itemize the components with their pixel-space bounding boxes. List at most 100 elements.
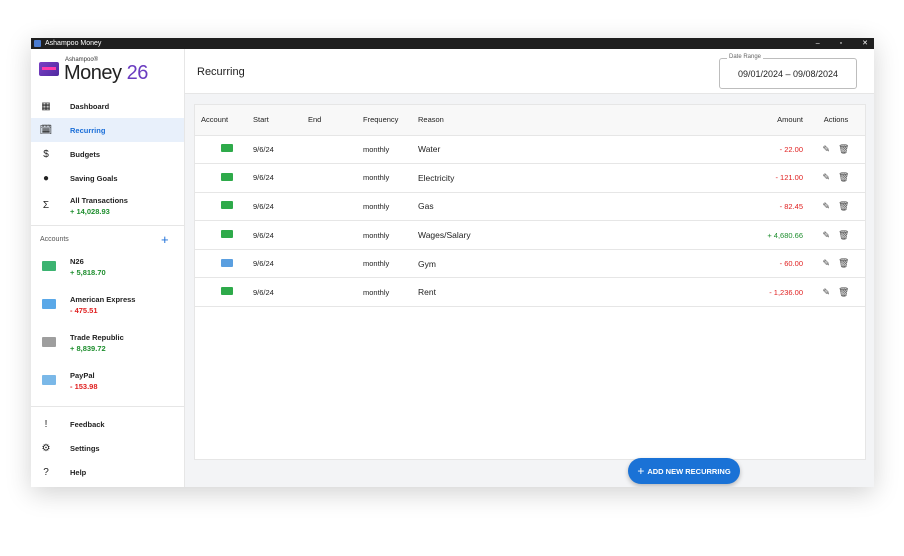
frequency-cell: monthly [363,163,418,193]
column-header[interactable]: Reason [418,105,618,136]
account-cell [195,163,253,193]
start-cell: 9/6/24 [253,249,308,279]
start-cell: 9/6/24 [253,163,308,193]
account-icon [221,287,233,296]
nav-recurring[interactable]: 🗓 Recurring [31,118,184,142]
edit-icon[interactable]: ✎ [823,287,831,298]
account-cell [195,220,253,250]
end-cell [308,277,363,308]
delete-icon[interactable]: 🗑 [838,144,849,155]
nav-settings[interactable]: ⚙ Settings [31,436,184,460]
start-cell: 9/6/24 [253,220,308,250]
column-header[interactable]: Start [253,105,308,136]
recurring-table: Account Start End Frequency Reason Amoun… [195,105,865,308]
actions-cell: ✎ 🗑 [807,135,865,165]
title-bar: Ashampoo Money – ▫ ✕ [31,38,874,49]
delete-icon[interactable]: 🗑 [838,258,849,269]
amount-cell: - 60.00 [618,249,807,279]
add-account-button[interactable]: + [161,232,169,247]
reason-cell: Rent [418,277,618,308]
nav-label: Budgets [70,149,100,159]
reason-cell: Water [418,135,618,165]
divider [31,225,184,226]
nav-label: All Transactions [70,196,128,205]
end-cell [308,249,363,279]
piggy-bank-icon: ● [42,172,50,184]
account-trade-republic[interactable]: Trade Republic + 8,839.72 [31,325,184,363]
nav-help[interactable]: ? Help [31,460,184,484]
frequency-cell: monthly [363,135,418,165]
account-american-express[interactable]: American Express - 475.51 [31,287,184,325]
edit-icon[interactable]: ✎ [823,172,831,183]
page-title: Recurring [197,66,245,78]
nav-saving-goals[interactable]: ● Saving Goals [31,166,184,190]
total-balance: + 14,028.93 [70,207,110,216]
nav-feedback[interactable]: ! Feedback [31,412,184,436]
close-button[interactable]: ✕ [862,38,868,49]
actions-cell: ✎ 🗑 [807,192,865,222]
add-new-recurring-button[interactable]: + ADD NEW RECURRING [628,458,740,484]
edit-icon[interactable]: ✎ [823,230,831,241]
window-title: Ashampoo Money [45,40,102,47]
minimize-button[interactable]: – [816,38,820,49]
feedback-icon: ! [44,418,48,430]
wallet-icon [42,375,56,385]
logo-name: Money 26 [64,62,148,84]
account-name: N26 [70,257,84,266]
amount-cell: - 22.00 [618,135,807,165]
table-row[interactable]: 9/6/24 monthly Gas - 82.45 ✎ 🗑 [195,192,865,222]
table-row[interactable]: 9/6/24 monthly Rent - 1,236.00 ✎ 🗑 [195,277,865,308]
amount-cell: - 1,236.00 [618,277,807,308]
dollar-icon: $ [43,148,49,160]
main-content: Recurring Date Range 09/01/2024 – 09/08/… [185,49,874,487]
nav-budgets[interactable]: $ Budgets [31,142,184,166]
actions-cell: ✎ 🗑 [807,249,865,279]
reason-cell: Electricity [418,163,618,193]
delete-icon[interactable]: 🗑 [838,230,849,241]
date-range-value: 09/01/2024 – 09/08/2024 [737,69,839,79]
column-header[interactable]: Amount [618,105,807,136]
nav-all-transactions[interactable]: Σ All Transactions + 14,028.93 [31,190,184,220]
bank-card-icon [42,261,56,271]
actions-cell: ✎ 🗑 [807,277,865,308]
start-cell: 9/6/24 [253,135,308,165]
page-header: Recurring Date Range 09/01/2024 – 09/08/… [185,49,874,94]
accounts-label: Accounts [40,236,69,243]
account-paypal[interactable]: PayPal - 153.98 [31,363,184,401]
edit-icon[interactable]: ✎ [823,201,831,212]
end-cell [308,135,363,165]
edit-icon[interactable]: ✎ [823,258,831,269]
logo-card-icon [39,62,59,76]
sidebar: Ashampoo® Money 26 ▦ Dashboard 🗓 Recurri… [31,49,185,487]
table-row[interactable]: 9/6/24 monthly Gym - 60.00 ✎ 🗑 [195,249,865,279]
table-row[interactable]: 9/6/24 monthly Wages/Salary + 4,680.66 ✎ 🗑 [195,220,865,250]
end-cell [308,220,363,250]
account-n26[interactable]: N26 + 5,818.70 [31,249,184,287]
column-header[interactable]: Account [195,105,253,136]
nav-label: Recurring [70,125,106,135]
delete-icon[interactable]: 🗑 [838,201,849,212]
column-header[interactable]: End [308,105,363,136]
reason-cell: Wages/Salary [418,220,618,250]
credit-card-icon [42,299,56,309]
account-cell [195,192,253,222]
amount-cell: + 4,680.66 [618,220,807,250]
end-cell [308,192,363,222]
frequency-cell: monthly [363,192,418,222]
column-header[interactable]: Frequency [363,105,418,136]
account-balance: - 153.98 [70,382,98,391]
account-icon [221,258,233,267]
sigma-icon: Σ [42,199,50,211]
column-header: Actions [807,105,865,136]
delete-icon[interactable]: 🗑 [838,287,849,298]
nav-label: Saving Goals [70,173,118,183]
table-row[interactable]: 9/6/24 monthly Water - 22.00 ✎ 🗑 [195,135,865,165]
maximize-button[interactable]: ▫ [840,38,842,49]
delete-icon[interactable]: 🗑 [838,172,849,183]
edit-icon[interactable]: ✎ [823,144,831,155]
date-range-field[interactable]: Date Range 09/01/2024 – 09/08/2024 [719,54,857,89]
reason-cell: Gym [418,249,618,279]
frequency-cell: monthly [363,277,418,308]
table-row[interactable]: 9/6/24 monthly Electricity - 121.00 ✎ 🗑 [195,163,865,193]
nav-dashboard[interactable]: ▦ Dashboard [31,94,184,118]
